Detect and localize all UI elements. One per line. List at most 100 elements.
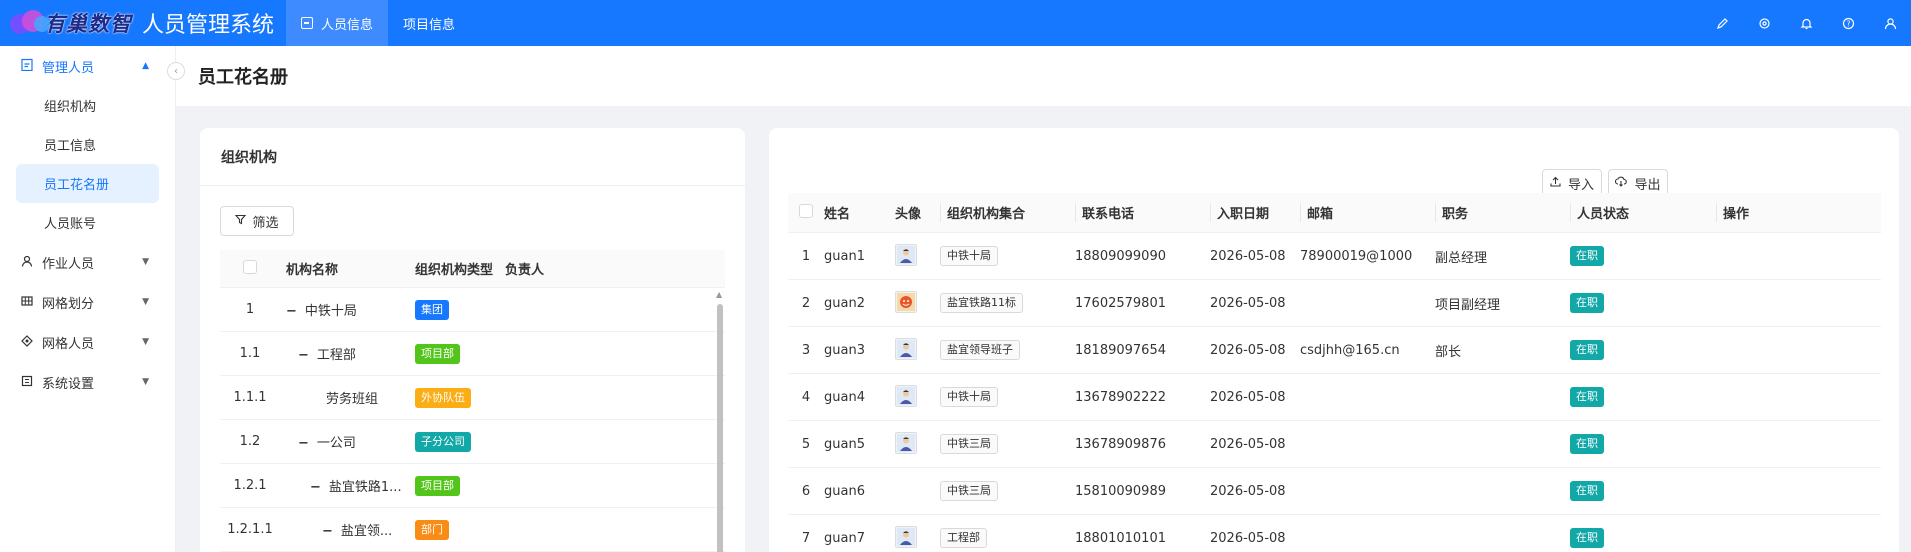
scrollbar-thumb[interactable]: [717, 304, 723, 552]
sidebar-group-grid-division[interactable]: 网格划分 ▼: [0, 282, 175, 322]
org-tree-row[interactable]: 1.2.1− 盐宜铁路1... 项目部: [220, 464, 725, 508]
upload-icon: [1550, 176, 1561, 190]
employee-row[interactable]: 4 guan4 中铁十局 13678902222 2026-05-08 在职: [788, 374, 1881, 421]
org-cell: 中铁十局: [940, 387, 1075, 407]
cartoon-avatar-icon[interactable]: [895, 291, 917, 313]
gear-icon[interactable]: [1743, 0, 1785, 46]
tab-project-info[interactable]: 项目信息: [388, 0, 470, 46]
help-icon[interactable]: ?: [1827, 0, 1869, 46]
phone-cell: 15810090989: [1075, 483, 1166, 499]
employee-name: guan3: [824, 342, 865, 358]
filter-button[interactable]: 筛选: [220, 206, 294, 236]
col-header-owner: 负责人: [505, 263, 545, 278]
org-name-cell: − 盐宜领...: [280, 520, 415, 539]
select-all-checkbox[interactable]: [799, 203, 813, 218]
person-avatar-icon[interactable]: [895, 385, 917, 407]
employee-row[interactable]: 2 guan2 盐宜铁路11标 17602579801 2026-05-08 项目副经理 在…: [788, 280, 1881, 327]
person-avatar-icon[interactable]: [895, 338, 917, 360]
phone-cell: 13678902222: [1075, 389, 1166, 405]
select-all-checkbox[interactable]: [243, 259, 257, 274]
employee-row[interactable]: 1 guan1 中铁十局 18809099090 2026-05-08 78900019@…: [788, 233, 1881, 280]
svg-text:?: ?: [1846, 19, 1850, 28]
collapse-toggle-icon[interactable]: −: [322, 524, 333, 539]
row-index: 1.1: [239, 346, 261, 361]
org-name-cell: − 盐宜铁路1...: [280, 476, 415, 495]
pen-icon[interactable]: [1701, 0, 1743, 46]
org-tree-row[interactable]: 1.1− 工程部 项目部: [220, 332, 725, 376]
tab-label: 项目信息: [403, 17, 456, 33]
join-date-cell: 2026-05-08: [1210, 530, 1286, 546]
employee-name: guan5: [824, 436, 865, 452]
bell-icon[interactable]: [1785, 0, 1827, 46]
org-type-cell: 子分公司: [415, 431, 505, 452]
sidebar-item-organization[interactable]: 组织机构: [16, 86, 159, 125]
tab-personnel-info[interactable]: 人员信息: [286, 0, 389, 46]
org-type-cell: 外协队伍: [415, 387, 505, 408]
sidebar-group-label: 网格划分: [42, 296, 95, 312]
org-tree-row[interactable]: 1.2− 一公司 子分公司: [220, 420, 725, 464]
sidebar-item-employee-info[interactable]: 员工信息: [16, 125, 159, 164]
org-tree-row[interactable]: 1− 中铁十局 集团: [220, 288, 725, 332]
collapse-toggle-icon[interactable]: −: [286, 304, 297, 319]
row-index: 1.1.1: [233, 390, 267, 405]
col-header-position: 职务: [1435, 203, 1570, 222]
org-tree-scrollbar[interactable]: ▲: [715, 288, 725, 552]
row-number: 5: [801, 436, 811, 452]
person-avatar-icon[interactable]: [895, 244, 917, 266]
org-name-cell: − 一公司: [280, 432, 415, 451]
sidebar-group-workers[interactable]: 作业人员 ▼: [0, 242, 175, 282]
employee-row[interactable]: 3 guan3 盐宜领导班子 18189097654 2026-05-08 csdjhh@…: [788, 327, 1881, 374]
org-name: 劳务班组: [326, 392, 379, 407]
person-avatar-icon[interactable]: [895, 432, 917, 454]
org-name: 工程部: [316, 348, 356, 363]
collapse-toggle-icon[interactable]: −: [310, 480, 321, 495]
org-type-tag: 子分公司: [415, 431, 471, 452]
employee-row[interactable]: 6 guan6 中铁三局 15810090989 2026-05-08 在职: [788, 468, 1881, 515]
header-toolbar: ?: [1701, 0, 1911, 46]
sidebar-group-settings[interactable]: 系统设置 ▼: [0, 362, 175, 402]
sidebar-item-accounts[interactable]: 人员账号: [16, 203, 159, 242]
position-cell: 部长: [1435, 344, 1462, 360]
collapse-toggle-icon[interactable]: −: [298, 436, 309, 451]
employee-name: guan2: [824, 295, 865, 311]
main-content: 员工花名册 组织机构 筛选 机构名称 组织机构类型 负责人 1− 中铁十局 集团 1.…: [176, 46, 1911, 552]
clipboard-icon: [20, 58, 34, 74]
employee-name: guan7: [824, 530, 865, 546]
employee-row[interactable]: 7 guan7 工程部 18801010101 2026-05-08 在职: [788, 515, 1881, 552]
sidebar-group-grid-personnel[interactable]: 网格人员 ▼: [0, 322, 175, 362]
funnel-icon: [235, 214, 247, 228]
sidebar-collapse-button[interactable]: ‹: [167, 62, 185, 80]
sidebar-group-label: 管理人员: [42, 60, 95, 76]
filter-label: 筛选: [252, 215, 279, 231]
card-icon: [301, 17, 314, 29]
org-name-cell: 劳务班组: [280, 388, 415, 407]
sidebar-item-employee-roster[interactable]: 员工花名册: [16, 164, 159, 203]
collapse-toggle-icon[interactable]: −: [298, 348, 309, 363]
org-panel: 组织机构 筛选 机构名称 组织机构类型 负责人 1− 中铁十局 集团 1.1− 工程部项…: [200, 128, 745, 552]
join-date-cell: 2026-05-08: [1210, 436, 1286, 452]
org-tree-row[interactable]: 1.1.1 劳务班组 外协队伍: [220, 376, 725, 420]
avatar-cell: [895, 291, 940, 315]
status-badge: 在职: [1570, 387, 1604, 407]
col-header-avatar: 头像: [895, 207, 922, 222]
org-tree-row[interactable]: 1.2.1.1− 盐宜领... 部门: [220, 508, 725, 552]
select-all-cell: [788, 203, 824, 222]
employee-name: guan4: [824, 389, 865, 405]
employee-table-header: 姓名 头像 组织机构集合 联系电话 入职日期 邮箱 职务 人员状态 操作: [788, 193, 1881, 233]
sidebar-item-label: 员工花名册: [44, 178, 110, 193]
user-icon[interactable]: [1869, 0, 1911, 46]
person-avatar-icon[interactable]: [895, 526, 917, 548]
chevron-down-icon: ▼: [142, 337, 149, 347]
status-badge: 在职: [1570, 340, 1604, 360]
col-header-actions: 操作: [1716, 203, 1836, 222]
col-header-name: 姓名: [824, 207, 851, 222]
phone-cell: 18189097654: [1075, 342, 1166, 358]
sidebar-group-label: 网格人员: [42, 336, 95, 352]
sidebar-group-managers[interactable]: 管理人员 ▲: [0, 46, 175, 86]
employee-table-body: 1 guan1 中铁十局 18809099090 2026-05-08 78900019@…: [788, 233, 1881, 552]
join-date-cell: 2026-05-08: [1210, 483, 1286, 499]
org-tree-header: 机构名称 组织机构类型 负责人: [220, 250, 725, 288]
sidebar-group-label: 作业人员: [42, 256, 95, 272]
employee-row[interactable]: 5 guan5 中铁三局 13678909876 2026-05-08 在职: [788, 421, 1881, 468]
grid-icon: [20, 295, 34, 310]
